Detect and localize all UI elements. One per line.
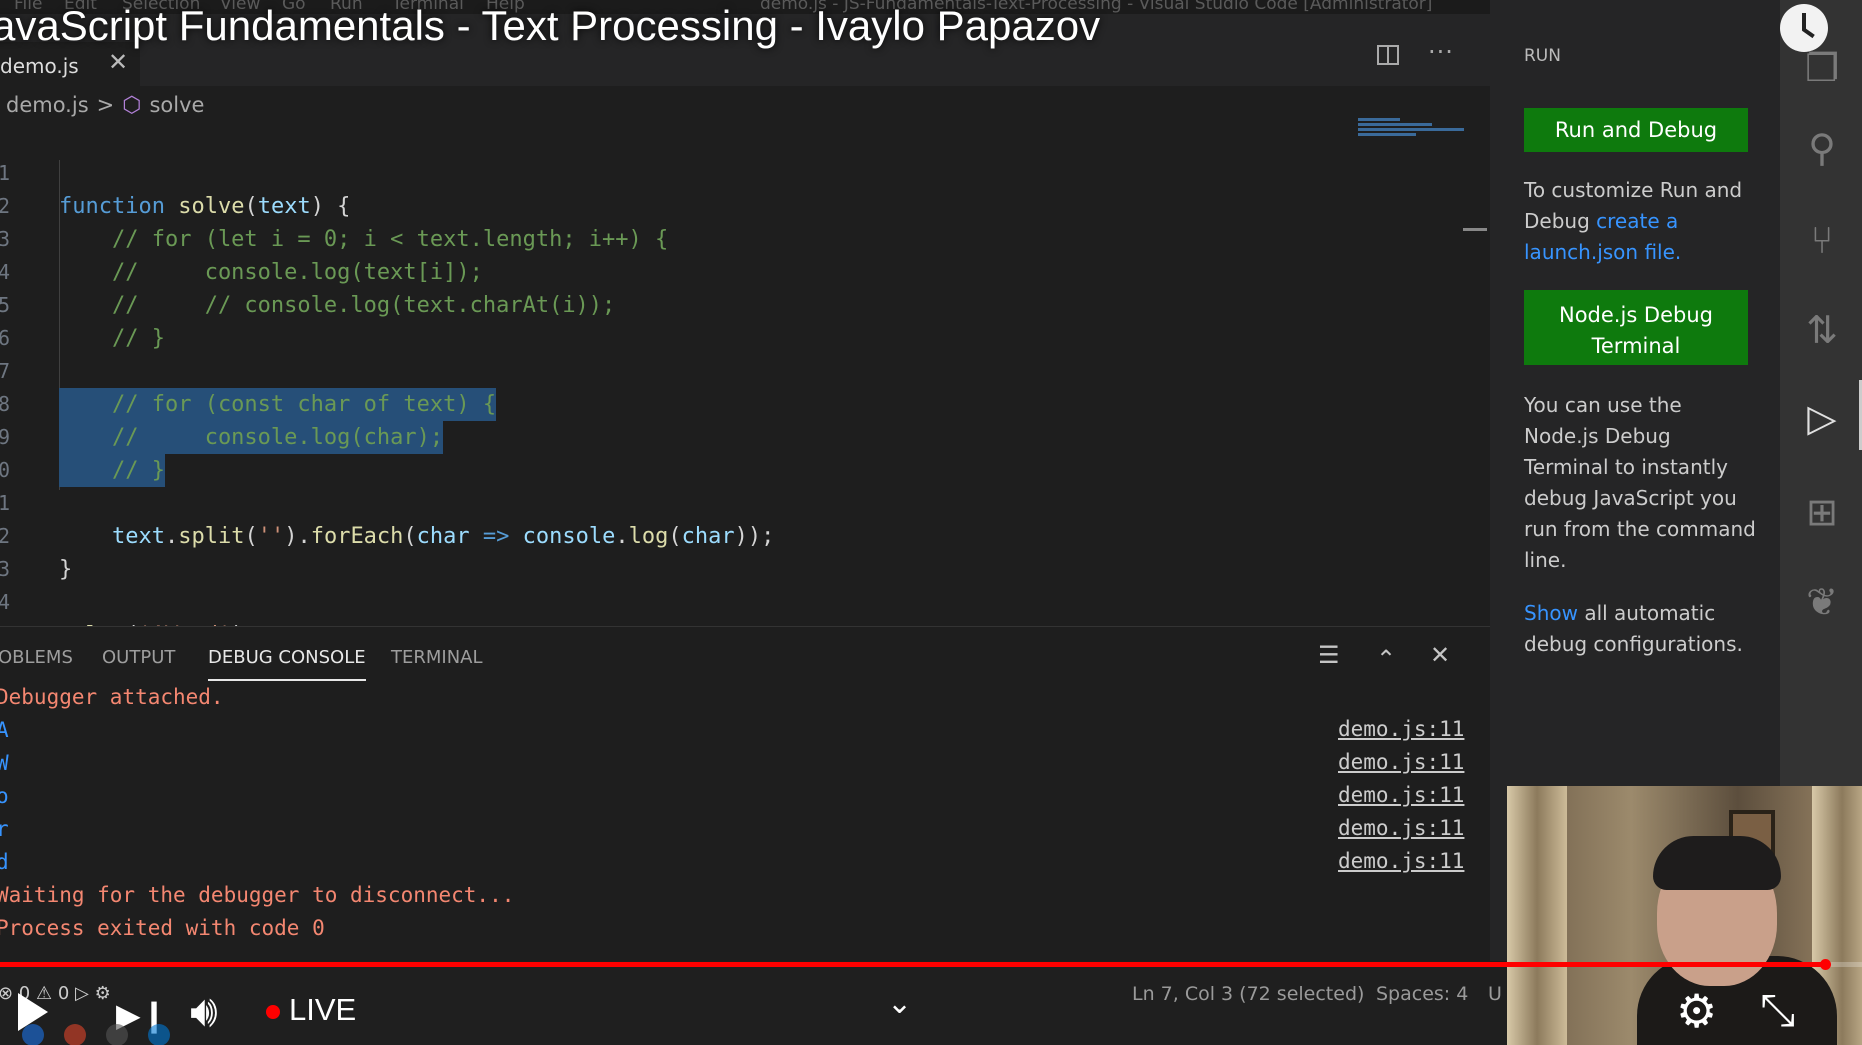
- clear-console-icon[interactable]: ☰: [1318, 641, 1340, 669]
- files-icon[interactable]: ❐: [1802, 46, 1842, 90]
- debug-console-output: Debugger attached. A W o r d Waiting for…: [0, 681, 514, 945]
- code-line-selected: 8 // console.log(char);: [0, 355, 1340, 454]
- close-panel-icon[interactable]: ✕: [1430, 641, 1450, 669]
- mongodb-leaf-icon[interactable]: ❦: [1802, 580, 1842, 624]
- split-editor-icon[interactable]: [1377, 45, 1399, 65]
- breadcrumb-file[interactable]: demo.js: [6, 93, 89, 117]
- presenter-hair: [1653, 836, 1781, 890]
- watch-later-icon[interactable]: [1780, 4, 1828, 52]
- show-configurations-text: Show all automatic debug configurations.: [1524, 598, 1759, 660]
- button-line: Terminal: [1591, 333, 1681, 358]
- code-line: 3 // console.log(text[i]);: [0, 190, 1340, 285]
- scrubber-knob[interactable]: [1819, 959, 1831, 970]
- code-area[interactable]: 1 function solve(text) { 2 // for (let i…: [0, 124, 1340, 648]
- code-line: 4 solve('AWord');: [0, 553, 1340, 648]
- code-line: 1 text.split('').forEach(char => console…: [0, 454, 1340, 549]
- code-editor[interactable]: demo.js > ⬡ solve 1 function solve(text)…: [0, 86, 1490, 648]
- live-label[interactable]: LIVE: [289, 992, 356, 1028]
- tab-terminal[interactable]: TERMINAL: [391, 647, 483, 668]
- code-line: 2 // for (let i = 0; i < text.length; i+…: [0, 157, 1340, 252]
- code-line: 0: [0, 421, 1340, 482]
- app-icon[interactable]: [106, 1024, 128, 1045]
- run-and-debug-button[interactable]: Run and Debug: [1524, 108, 1748, 152]
- source-link[interactable]: demo.js:11: [1338, 713, 1464, 746]
- console-line: W: [0, 751, 9, 775]
- code-line: 2 }: [0, 487, 1340, 582]
- tab-problems[interactable]: OBLEMS: [0, 647, 73, 668]
- vscode-icon[interactable]: [148, 1024, 170, 1045]
- tab-debug-console[interactable]: DEBUG CONSOLE: [208, 647, 366, 681]
- code-line-selected: 7 // for (const char of text) {: [0, 322, 1340, 421]
- chevron-down-icon[interactable]: ⌄: [887, 986, 912, 1021]
- tab-label: demo.js: [0, 54, 79, 78]
- console-line: d: [0, 850, 9, 874]
- source-links: demo.js:11 demo.js:11 demo.js:11 demo.js…: [1338, 713, 1464, 878]
- status-bar: ⊗ 0 ⚠ 0 ▷ ⚙ Ln 7, Col 3 (72 selected) Sp…: [0, 961, 1507, 1045]
- breadcrumb-symbol[interactable]: solve: [149, 93, 204, 117]
- bottom-panel: OBLEMS OUTPUT DEBUG CONSOLE TERMINAL ☰ ⌃…: [0, 626, 1490, 961]
- minimap[interactable]: [1358, 118, 1464, 140]
- console-line: o: [0, 784, 9, 808]
- problems-status[interactable]: ⊗ 0 ⚠ 0 ▷ ⚙: [0, 983, 111, 1004]
- node-terminal-description: You can use the Node.js Debug Terminal t…: [1524, 393, 1756, 572]
- extensions-icon[interactable]: ⊞: [1802, 490, 1842, 534]
- maximize-panel-icon[interactable]: ⌃: [1376, 645, 1396, 673]
- code-line: 1 function solve(text) {: [0, 124, 1340, 219]
- volume-icon[interactable]: 🔊︎: [190, 986, 218, 1037]
- view-title: RUN: [1524, 46, 1561, 66]
- console-line: r: [0, 817, 9, 841]
- source-link[interactable]: demo.js:11: [1338, 845, 1464, 878]
- code-line: 5 // }: [0, 256, 1340, 351]
- overview-ruler-mark: [1463, 228, 1487, 231]
- app-icon[interactable]: [64, 1024, 86, 1045]
- breadcrumb: demo.js > ⬡ solve: [6, 90, 204, 120]
- edge-icon[interactable]: [22, 1024, 44, 1045]
- code-line-selected: 9 // }: [0, 388, 1340, 487]
- video-title: avaScript Fundamentals - Text Processing…: [0, 2, 1101, 49]
- button-line: Node.js Debug: [1559, 302, 1713, 327]
- console-line: A: [0, 718, 9, 742]
- live-indicator-dot: [266, 1005, 280, 1019]
- console-line: Waiting for the debugger to disconnect..…: [0, 883, 515, 907]
- show-link[interactable]: Show: [1524, 601, 1578, 625]
- progress-fill: [0, 962, 1825, 967]
- video-progress-bar[interactable]: [0, 959, 1862, 970]
- customize-text: To customize Run and Debug create a laun…: [1524, 175, 1759, 268]
- console-line: Debugger attached.: [0, 685, 224, 709]
- code-line: 6: [0, 289, 1340, 350]
- source-link[interactable]: demo.js:11: [1338, 812, 1464, 845]
- cursor-position[interactable]: Ln 7, Col 3 (72 selected): [1132, 983, 1364, 1005]
- code-line: 4 // // console.log(text.charAt(i));: [0, 223, 1340, 318]
- code-line: 3: [0, 520, 1340, 581]
- curtain-left: [1507, 786, 1567, 1045]
- encoding-status[interactable]: U: [1488, 983, 1502, 1005]
- close-icon[interactable]: ✕: [108, 48, 128, 76]
- console-line: Process exited with code 0: [0, 916, 325, 940]
- tab-output[interactable]: OUTPUT: [102, 647, 175, 668]
- pull-request-icon[interactable]: ⇅: [1802, 308, 1842, 352]
- settings-gear-icon[interactable]: ⚙: [1676, 984, 1717, 1038]
- breadcrumb-separator: >: [96, 93, 115, 117]
- search-icon[interactable]: ⚲: [1802, 126, 1842, 170]
- exit-fullscreen-icon[interactable]: ⤡: [1760, 985, 1795, 1036]
- symbol-method-icon: ⬡: [122, 92, 142, 118]
- line-number: 4: [0, 590, 11, 614]
- indentation-status[interactable]: Spaces: 4: [1376, 983, 1468, 1005]
- more-actions-icon[interactable]: ···: [1428, 38, 1454, 66]
- node-debug-terminal-button[interactable]: Node.js Debug Terminal: [1524, 290, 1748, 365]
- source-link[interactable]: demo.js:11: [1338, 746, 1464, 779]
- taskbar-icons: [22, 1024, 170, 1045]
- source-control-icon[interactable]: ⑂: [1802, 218, 1842, 262]
- activity-bar: ❐ ⚲ ⑂ ⇅ ▷ ⊞ ❦: [1780, 0, 1862, 790]
- source-link[interactable]: demo.js:11: [1338, 779, 1464, 812]
- run-debug-icon[interactable]: ▷: [1802, 396, 1842, 440]
